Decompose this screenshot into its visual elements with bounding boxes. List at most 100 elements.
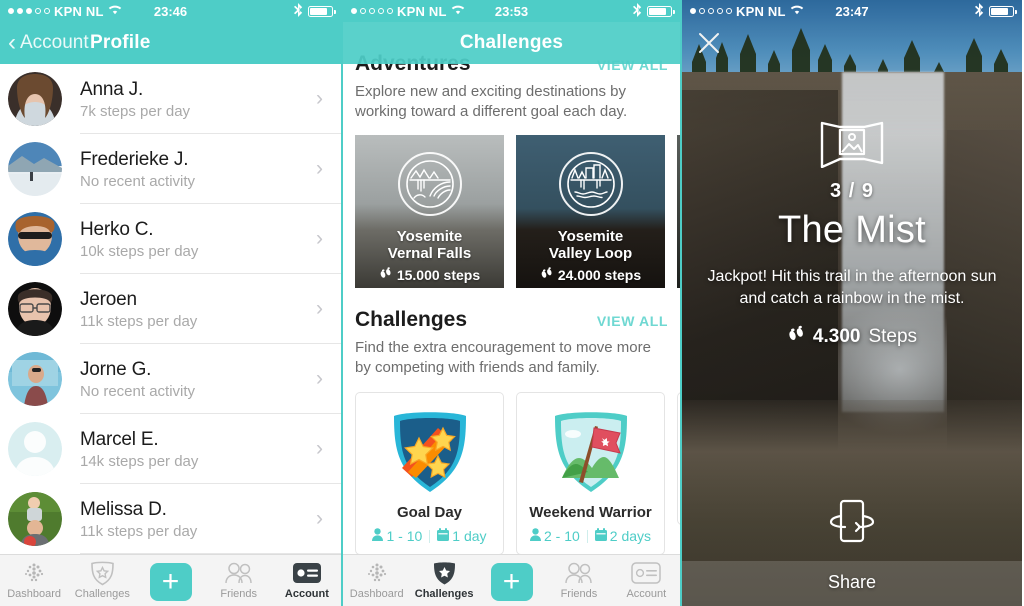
- challenge-name: Weekend Warrior: [529, 504, 652, 521]
- friend-activity: No recent activity: [80, 172, 196, 190]
- list-item[interactable]: Marcel E. 14k steps per day ›: [0, 414, 341, 484]
- carrier-label: KPN NL: [54, 3, 104, 19]
- adventure-card[interactable]: Yosemite Valley Loop 24.000 steps: [516, 134, 665, 288]
- tab-dashboard[interactable]: Dashboard: [0, 555, 68, 600]
- avatar: [8, 72, 62, 126]
- footprints-icon: [787, 325, 805, 349]
- friend-name: Melissa D.: [80, 498, 167, 520]
- chevron-right-icon: ›: [316, 437, 323, 460]
- adventure-steps: 24.000 steps: [540, 267, 641, 283]
- friend-name: Frederieke J.: [80, 148, 189, 170]
- status-right: [512, 2, 675, 20]
- adventure-steps: 15.000 steps: [379, 267, 480, 283]
- list-item[interactable]: Frederieke J. No recent activity ›: [0, 134, 341, 204]
- id-card-icon: [631, 560, 662, 586]
- challenge-card-partial[interactable]: [677, 392, 680, 525]
- adventures-description: Explore new and exciting destinations by…: [355, 83, 628, 121]
- tab-friends[interactable]: Friends: [545, 555, 612, 600]
- panorama-photo-icon: [696, 118, 1008, 168]
- adventure-card[interactable]: Yosemite Vernal Falls 15.000 steps: [355, 134, 504, 288]
- chevron-right-icon: ›: [316, 507, 323, 530]
- adventure-description: Jackpot! Hit this trail in the afternoon…: [707, 268, 997, 307]
- chevron-left-icon: ‹: [8, 29, 16, 56]
- nav-bar-challenges: Challenges: [343, 22, 680, 64]
- list-item[interactable]: Jorne G. No recent activity ›: [0, 344, 341, 414]
- shooting-stars-shield-icon: [388, 406, 472, 494]
- challenges-carousel[interactable]: Goal Day 1 - 10 1 day Weekend Warrior 2 …: [343, 378, 680, 554]
- tab-label: Challenges: [414, 588, 474, 600]
- tab-add[interactable]: +: [136, 555, 204, 601]
- challenges-view-all-link[interactable]: VIEW ALL: [597, 313, 668, 329]
- status-left: KPN NL: [8, 4, 171, 19]
- challenge-card[interactable]: Goal Day 1 - 10 1 day: [355, 392, 504, 554]
- status-left: KPN NL: [690, 4, 852, 19]
- carrier-label: KPN NL: [736, 3, 786, 19]
- id-card-icon: [292, 560, 322, 586]
- challenge-players: 1 - 10: [372, 528, 422, 544]
- back-button[interactable]: ‹ Account: [0, 31, 89, 55]
- adventures-carousel[interactable]: Yosemite Vernal Falls 15.000 steps Yosem…: [343, 123, 680, 288]
- screen-adventure-detail: KPN NL 23:47 3 / 9 The Mist Jackpot! Hit…: [682, 0, 1022, 606]
- chevron-right-icon: ›: [316, 87, 323, 110]
- adventure-name-line2: Valley Loop: [548, 244, 633, 262]
- tab-dashboard[interactable]: Dashboard: [343, 555, 410, 600]
- tab-bar-challenges: Dashboard Challenges + Friends Account: [343, 554, 680, 606]
- tab-label: Dashboard: [7, 588, 62, 600]
- share-label[interactable]: Share: [682, 561, 1022, 606]
- list-item[interactable]: Melissa D. 11k steps per day ›: [0, 484, 341, 554]
- two-people-icon: [224, 560, 254, 586]
- adventure-steps: 4.300 Steps: [696, 325, 1008, 349]
- status-right: [852, 2, 1017, 20]
- avatar: [8, 212, 62, 266]
- close-icon[interactable]: [696, 30, 722, 56]
- list-item[interactable]: Anna J. 7k steps per day ›: [0, 64, 341, 134]
- status-left: KPN NL: [351, 4, 512, 19]
- status-right: [171, 2, 336, 20]
- page-title: Challenges: [459, 32, 564, 53]
- list-item[interactable]: Jeroen 11k steps per day ›: [0, 274, 341, 344]
- tab-label: Account: [284, 588, 329, 600]
- screenshot-root: KPN NL 23:46 ‹ Account Profile Anna J. 7…: [0, 0, 1024, 606]
- carrier-label: KPN NL: [397, 3, 447, 19]
- friend-activity: No recent activity: [80, 382, 196, 400]
- avatar: [8, 142, 62, 196]
- share-button[interactable]: Share: [682, 495, 1022, 606]
- adventure-name: Yosemite Vernal Falls: [388, 228, 471, 263]
- challenge-card[interactable]: Weekend Warrior 2 - 10 2 days: [516, 392, 665, 554]
- tab-challenges[interactable]: Challenges: [410, 555, 477, 600]
- person-icon: [529, 528, 541, 544]
- status-bar-challenges: KPN NL 23:53: [343, 0, 680, 22]
- tab-account[interactable]: Account: [613, 555, 680, 600]
- challenge-duration-label: 2 days: [609, 528, 652, 544]
- tab-add[interactable]: +: [478, 555, 545, 601]
- tab-friends[interactable]: Friends: [205, 555, 273, 600]
- tab-challenges[interactable]: Challenges: [68, 555, 136, 600]
- adventure-steps-unit: Steps: [868, 326, 918, 348]
- tab-label: Challenges: [74, 588, 130, 600]
- tab-bar-profile: Dashboard Challenges + Friends Account: [0, 554, 341, 606]
- wifi-icon: [451, 4, 465, 18]
- avatar: [8, 492, 62, 546]
- list-item-text: Herko C. 10k steps per day: [80, 219, 316, 260]
- challenges-description: Find the extra encouragement to move mor…: [355, 338, 651, 376]
- status-bar-detail: KPN NL 23:47: [682, 0, 1022, 22]
- adventure-steps-label: 24.000 steps: [557, 267, 642, 283]
- challenges-scroll-content[interactable]: Adventures VIEW ALL Explore new and exci…: [343, 22, 680, 554]
- calendar-icon: [437, 528, 450, 544]
- challenge-meta: 1 - 10 1 day: [372, 528, 487, 544]
- tab-account[interactable]: Account: [273, 555, 341, 600]
- plus-icon[interactable]: +: [149, 563, 192, 601]
- adventure-card-partial[interactable]: [677, 134, 680, 288]
- friend-name: Marcel E.: [80, 428, 159, 450]
- friends-list[interactable]: Anna J. 7k steps per day › Frederieke J.…: [0, 64, 341, 554]
- bluetooth-icon: [633, 2, 642, 20]
- tab-label: Friends: [220, 588, 258, 600]
- footprints-icon: [540, 267, 553, 283]
- plus-icon[interactable]: +: [490, 563, 533, 601]
- adventure-detail-body: 3 / 9 The Mist Jackpot! Hit this trail i…: [682, 118, 1022, 349]
- wifi-icon: [790, 4, 804, 18]
- status-bar-profile: KPN NL 23:46: [0, 0, 341, 22]
- list-item[interactable]: Herko C. 10k steps per day ›: [0, 204, 341, 274]
- shield-star-icon: [432, 560, 457, 586]
- signal-dots-icon: [351, 8, 393, 14]
